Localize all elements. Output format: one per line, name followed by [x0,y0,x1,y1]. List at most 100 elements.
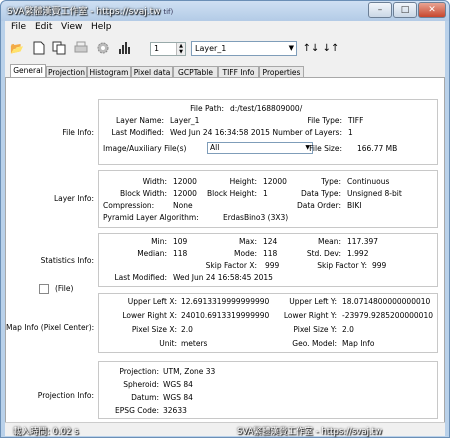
status-load-time: 載入時間: 0.02 s [13,427,79,437]
mean-label: Mean: [318,237,341,246]
file-checkbox[interactable] [39,284,49,294]
file-size-value: 166.77 MB [357,144,398,153]
map-info-label: Map Info (Pixel Center): [6,323,95,332]
data-type-value: Unsigned 8-bit [347,189,402,198]
upper-left-x-value: 12.6913319999999990 [181,297,270,306]
file-info-group: File Path: d:/test/168809000/ Layer Name… [98,99,438,165]
tab-general[interactable]: General [10,64,46,78]
file-checkbox-label: (File) [55,284,74,293]
menu-edit[interactable]: Edit [35,22,52,32]
geo-model-value: Map Info [342,339,375,348]
menu-file[interactable]: File [11,22,26,32]
pyramid-value: ErdasBino3 (3X3) [223,213,289,222]
close-button[interactable]: ✕ [418,2,446,18]
spheroid-label: Spheroid: [123,380,159,389]
num-layers-label: Number of Layers: [272,128,342,137]
width-label: Width: [142,177,167,186]
height-label: Height: [229,177,257,186]
aux-files-select[interactable]: All ▼ [207,142,313,154]
title-bar[interactable]: SVA繁體漢賫工作室 - https://svaj.tw tif) – □ ✕ [1,1,449,21]
layer-select[interactable]: Layer_1 ▼ [191,41,297,56]
layer-info-label: Layer Info: [53,194,94,203]
status-bar: 載入時間: 0.02 s SVA繁體漢賫工作室 - https://svaj.t… [5,422,445,437]
pixel-size-y-label: Pixel Size Y: [293,325,337,334]
upper-left-x-label: Upper Left X: [127,297,177,306]
layer-name-value: Layer_1 [170,116,200,125]
map-info-group: Upper Left X: 12.6913319999999990 Upper … [98,293,438,353]
mode-value: 118 [263,249,278,258]
file-type-label: File Type: [307,116,342,125]
statistics-group: Min: 109 Max: 124 Mean: 117.397 Median: … [98,233,438,287]
pixel-size-x-value: 2.0 [181,325,193,334]
std-dev-label: Std. Dev: [306,249,341,258]
geo-model-label: Geo. Model: [292,339,337,348]
pyramid-label: Pyramid Layer Algorithm: [103,213,199,222]
menu-help[interactable]: Help [91,22,112,32]
pixel-size-y-value: 2.0 [342,325,354,334]
aux-files-label: Image/Auxiliary File(s) [103,144,187,153]
type-value: Continuous [347,177,390,186]
projection-info-label: Projection Info: [37,391,94,400]
skip-factor-x-value: 999 [265,261,280,270]
max-label: Max: [238,237,257,246]
sort-up-icon[interactable]: ↑↓ [303,40,320,56]
layer-name-label: Layer Name: [116,116,164,125]
block-width-value: 12000 [173,189,197,198]
menu-view[interactable]: View [61,22,82,32]
skip-factor-y-value: 999 [372,261,387,270]
new-document-icon[interactable] [31,40,47,56]
data-order-value: BIKI [347,201,362,210]
histogram-icon[interactable] [117,40,133,56]
upper-left-y-label: Upper Left Y: [289,297,337,306]
unit-label: Unit: [159,339,177,348]
file-type-value: TIFF [348,116,364,125]
block-width-label: Block Width: [120,189,167,198]
settings-icon[interactable] [95,40,111,56]
sort-down-icon[interactable]: ↓↑ [323,40,340,56]
menu-bar: File Edit View Help [5,21,445,34]
minimize-button[interactable]: – [368,2,392,18]
chevron-down-icon: ▼ [288,44,294,52]
projection-value: UTM, Zone 33 [163,367,216,376]
num-layers-value: 1 [348,128,353,137]
skip-factor-y-label: Skip Factor Y: [317,261,367,270]
spheroid-value: WGS 84 [163,380,193,389]
lower-right-y-value: -23979.9285200000010 [342,311,433,320]
maximize-button[interactable]: □ [393,2,417,18]
file-info-label: File Info: [62,128,94,137]
type-label: Type: [321,177,341,186]
spinner-arrows[interactable]: ▲ ▼ [176,43,185,55]
median-value: 118 [173,249,188,258]
block-height-label: Block Height: [207,189,257,198]
window-title: SVA繁體漢賫工作室 - https://svaj.tw tif) [7,7,174,17]
compression-label: Compression: [103,201,155,210]
layer-info-group: Width: 12000 Height: 12000 Type: Continu… [98,170,438,228]
lower-right-y-label: Lower Right Y: [283,311,337,320]
datum-value: WGS 84 [163,393,193,402]
general-panel: File Info: File Path: d:/test/168809000/… [5,77,445,423]
layer-number-spinner[interactable]: 1 ▲ ▼ [150,42,186,56]
pixel-size-x-label: Pixel Size X: [131,325,177,334]
stats-last-modified-label: Last Modified: [114,273,167,282]
stats-last-modified-value: Wed Jun 24 16:58:45 2015 [173,273,273,282]
last-modified-label: Last Modified: [111,128,164,137]
file-size-label: File Size: [309,144,342,153]
app-window: SVA繁體漢賫工作室 - https://svaj.tw tif) – □ ✕ … [0,0,450,438]
width-value: 12000 [173,177,197,186]
max-value: 124 [263,237,278,246]
copy-icon[interactable] [51,40,67,56]
print-icon[interactable] [73,40,89,56]
upper-left-y-value: 18.0714800000000010 [342,297,431,306]
projection-label: Projection: [119,367,159,376]
unit-value: meters [181,339,208,348]
height-value: 12000 [263,177,287,186]
block-height-value: 1 [263,189,268,198]
lower-right-x-value: 24010.6913319999990 [181,311,270,320]
median-label: Median: [137,249,167,258]
data-type-label: Data Type: [300,189,341,198]
std-dev-value: 1.992 [347,249,369,258]
tab-strip: General Projection Histogram Pixel data … [5,64,445,78]
min-label: Min: [151,237,167,246]
open-folder-icon[interactable]: 📂 [9,40,25,56]
lower-right-x-label: Lower Right X: [122,311,177,320]
